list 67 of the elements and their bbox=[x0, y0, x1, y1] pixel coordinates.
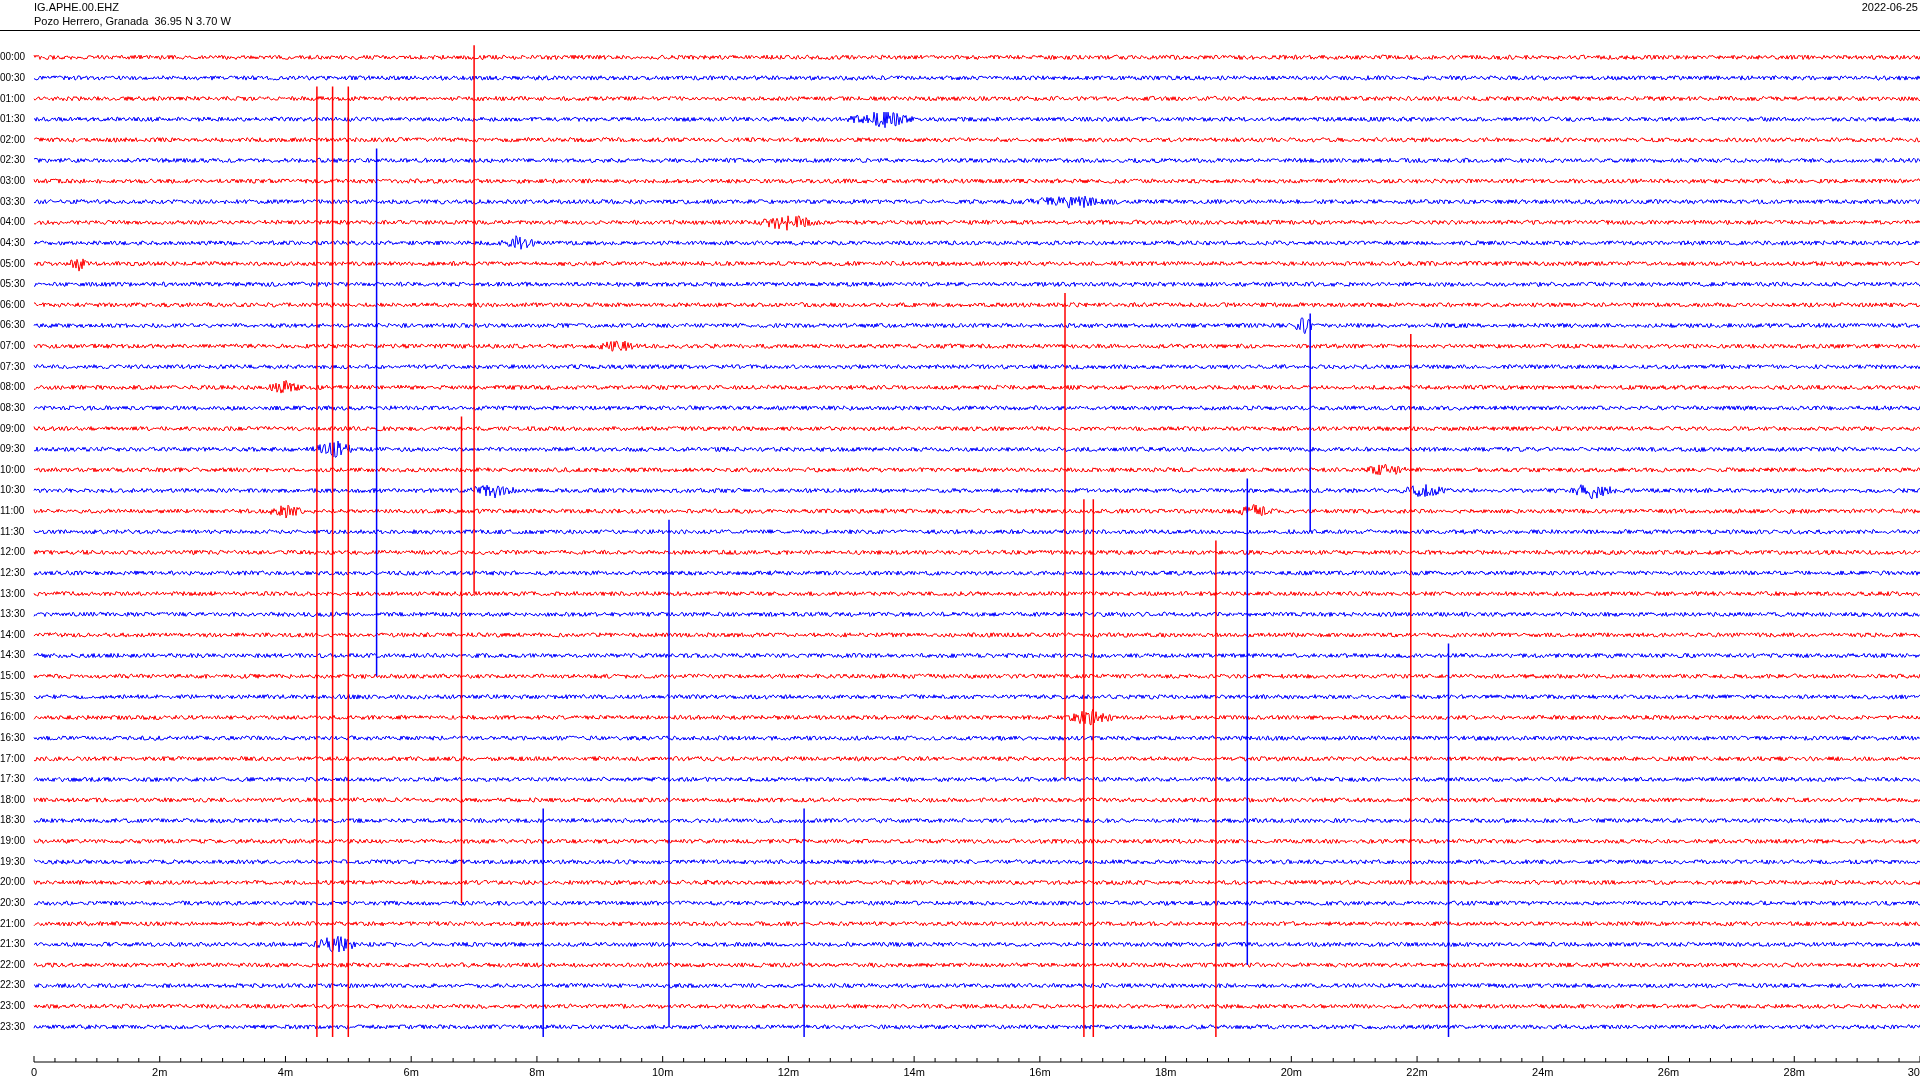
station-code: IG.APHE.00.EHZ bbox=[34, 0, 120, 14]
station-location: Pozo Herrero, Granada 36.95 N 3.70 W bbox=[34, 14, 231, 28]
x-tick-label: 8m bbox=[529, 1066, 545, 1078]
time-label: 15:30 bbox=[0, 691, 26, 702]
time-label: 03:00 bbox=[0, 176, 26, 187]
time-label: 13:30 bbox=[0, 609, 26, 620]
time-label: 18:30 bbox=[0, 815, 26, 826]
time-label: 22:00 bbox=[0, 959, 26, 970]
x-tick-label: 4m bbox=[277, 1066, 294, 1078]
time-label: 04:00 bbox=[0, 217, 26, 228]
time-label: 04:30 bbox=[0, 237, 26, 248]
time-label: 14:30 bbox=[0, 650, 26, 661]
x-tick-label: 2m bbox=[152, 1066, 168, 1078]
time-label: 19:30 bbox=[0, 856, 26, 867]
x-tick-label: 14m bbox=[903, 1066, 925, 1078]
x-tick-label: 16m bbox=[1029, 1066, 1051, 1078]
time-label: 12:30 bbox=[0, 567, 26, 578]
time-label: 20:30 bbox=[0, 897, 26, 908]
time-label: 20:00 bbox=[0, 877, 26, 888]
time-label: 14:00 bbox=[0, 629, 26, 640]
time-label: 00:00 bbox=[0, 52, 26, 63]
x-tick-label: 10m bbox=[651, 1066, 674, 1078]
time-label: 18:00 bbox=[0, 794, 26, 805]
time-label: 17:00 bbox=[0, 753, 26, 764]
time-label: 19:00 bbox=[0, 836, 26, 847]
time-label: 23:30 bbox=[0, 1021, 26, 1032]
time-label: 08:00 bbox=[0, 382, 26, 393]
time-label: 17:30 bbox=[0, 774, 26, 785]
x-tick-label: 22m bbox=[1406, 1066, 1428, 1078]
time-label: 11:00 bbox=[0, 506, 25, 517]
time-label: 09:00 bbox=[0, 423, 26, 434]
time-label: 01:30 bbox=[0, 114, 26, 125]
x-tick-label: 20m bbox=[1280, 1066, 1303, 1078]
time-label: 05:30 bbox=[0, 279, 26, 290]
chart-date: 2022-06-25 bbox=[1861, 0, 1918, 15]
time-label: 21:30 bbox=[0, 939, 26, 950]
time-label: 00:30 bbox=[0, 72, 26, 83]
time-label: 22:30 bbox=[0, 980, 26, 991]
time-label: 13:00 bbox=[0, 588, 26, 599]
time-label: 16:30 bbox=[0, 732, 26, 743]
x-tick-label: 24m bbox=[1532, 1066, 1554, 1078]
x-tick-label: 28m bbox=[1783, 1066, 1805, 1078]
time-label: 07:30 bbox=[0, 361, 26, 372]
time-label: 02:30 bbox=[0, 155, 26, 166]
time-label: 10:00 bbox=[0, 464, 26, 475]
time-label: 06:00 bbox=[0, 299, 26, 310]
time-label: 06:30 bbox=[0, 320, 26, 331]
time-label: 10:30 bbox=[0, 485, 26, 496]
time-label: 05:00 bbox=[0, 258, 26, 269]
x-tick-label: 30 bbox=[1907, 1066, 1920, 1078]
time-label: 23:00 bbox=[0, 1001, 26, 1012]
time-label: 15:00 bbox=[0, 671, 26, 682]
time-label: 12:00 bbox=[0, 547, 26, 558]
time-label: 21:00 bbox=[0, 918, 26, 929]
x-tick-label: 26m bbox=[1657, 1066, 1680, 1078]
x-tick-label: 12m bbox=[777, 1066, 800, 1078]
x-tick-label: 18m bbox=[1154, 1066, 1177, 1078]
x-tick-label: 0 bbox=[30, 1066, 38, 1078]
time-label: 09:30 bbox=[0, 444, 26, 455]
time-label: 01:00 bbox=[0, 93, 26, 104]
x-tick-label: 6m bbox=[403, 1066, 419, 1078]
time-label: 02:00 bbox=[0, 134, 26, 145]
time-label: 03:30 bbox=[0, 196, 26, 207]
time-label: 08:30 bbox=[0, 402, 26, 413]
time-label: 11:30 bbox=[0, 526, 25, 537]
time-label: 16:00 bbox=[0, 712, 26, 723]
time-label: 07:00 bbox=[0, 341, 26, 352]
